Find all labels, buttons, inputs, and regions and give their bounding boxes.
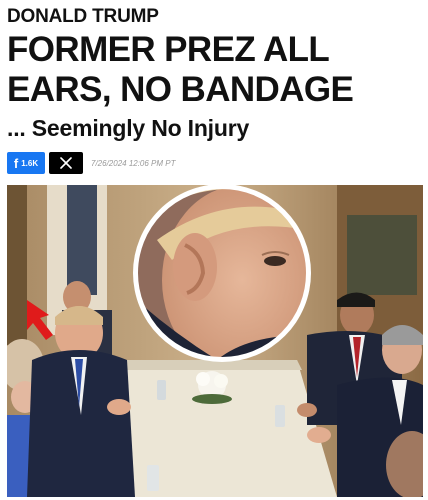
publish-timestamp: 7/26/2024 12:06 PM PT xyxy=(91,158,176,168)
article: DONALD TRUMP FORMER PREZ ALL EARS, NO BA… xyxy=(7,0,423,500)
article-photo[interactable] xyxy=(7,185,423,497)
x-share-button[interactable] xyxy=(49,152,83,174)
facebook-icon: f xyxy=(13,155,19,171)
headline: FORMER PREZ ALL EARS, NO BANDAGE xyxy=(7,30,354,109)
share-bar: f 1.6K 7/26/2024 12:06 PM PT xyxy=(7,152,176,174)
subheadline: ... Seemingly No Injury xyxy=(7,115,250,141)
kicker[interactable]: DONALD TRUMP xyxy=(7,6,159,28)
facebook-share-count: 1.6K xyxy=(21,158,39,168)
facebook-share-button[interactable]: f 1.6K xyxy=(7,152,45,174)
x-logo-icon xyxy=(60,157,72,169)
